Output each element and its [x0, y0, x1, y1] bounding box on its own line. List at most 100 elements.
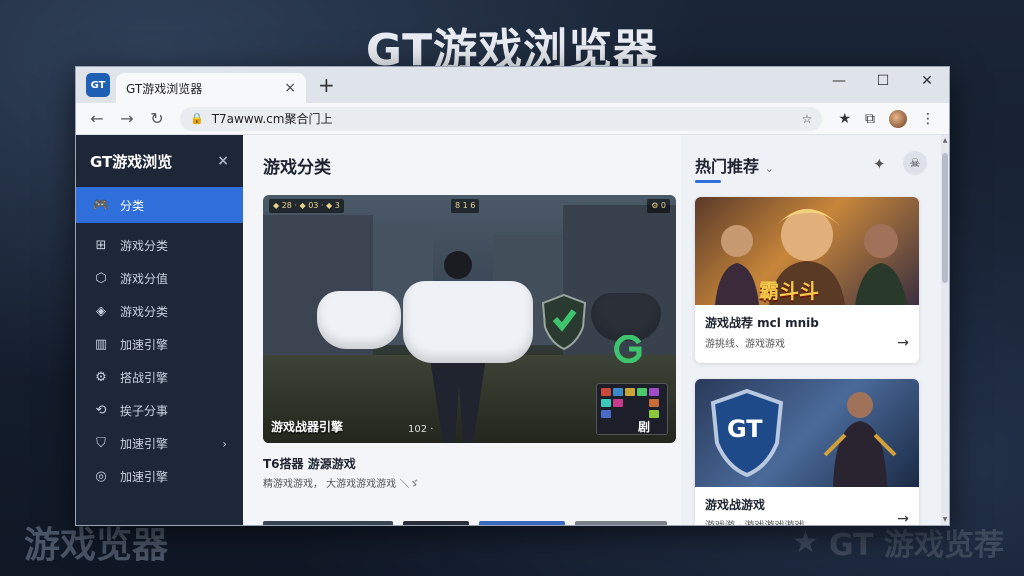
featured-game-banner[interactable]: ◆ 28 · ◆ 03 · ◆ 3 8 1 6 ⚙ 0 游戏战器引擎 102 · — [263, 195, 676, 443]
tab-strip: GT GT游戏浏览器 × + — ☐ ✕ — [76, 67, 949, 103]
controller-white-left — [317, 291, 401, 349]
shield-icon: ⛉ — [96, 436, 106, 451]
card-art-title: GT — [727, 415, 763, 443]
promo-bottom-right-text: ★ GT 游戏览荐 — [792, 524, 1004, 564]
gamepad-icon: 🎮 — [92, 197, 110, 213]
sidebar-item-label: 游戏分类 — [120, 239, 169, 253]
vertical-scrollbar[interactable]: ▲ ▼ — [941, 135, 949, 525]
chevron-right-icon: › — [222, 436, 227, 451]
sidebar-item-label: 分类 — [120, 198, 145, 213]
thumbnail[interactable] — [575, 521, 667, 525]
sidebar-item-label: 加速引擎 — [120, 338, 169, 352]
sidebar-item-accelerator[interactable]: ▥ 加速引擎 — [76, 328, 243, 361]
sidebar-close-icon[interactable]: × — [217, 153, 229, 169]
thumbnail-row — [263, 521, 667, 525]
refresh-icon: ⟲ — [95, 403, 107, 418]
target-icon: ◎ — [95, 469, 107, 484]
recommend-card[interactable]: 霸斗斗 游戏战荐 mcl mnib 游挑线、游戏游戏 → — [695, 197, 919, 363]
skull-icon[interactable]: ☠ — [903, 151, 927, 175]
minimize-button[interactable]: — — [817, 67, 861, 97]
thumbnail[interactable] — [403, 521, 469, 525]
close-window-button[interactable]: ✕ — [905, 67, 949, 97]
tab-close-icon[interactable]: × — [284, 80, 296, 96]
address-bar[interactable]: 🔒 T7awww.cm聚合门上 ☆ — [180, 106, 823, 131]
scroll-down-icon[interactable]: ▼ — [941, 516, 949, 523]
maximize-button[interactable]: ☐ — [861, 67, 905, 97]
forward-button[interactable]: → — [112, 109, 142, 128]
gear-icon: ⚙ — [95, 370, 107, 385]
hud-stats-mid: 8 1 6 — [451, 199, 480, 213]
recommend-heading[interactable]: 热门推荐 ⌄ — [695, 153, 774, 177]
sidebar-item-accelerator-2[interactable]: ◎ 加速引擎 — [76, 460, 243, 493]
sidebar-item-share[interactable]: ⟲ 挨子分事 — [76, 394, 243, 427]
minimap-panel — [596, 383, 668, 435]
sidebar-item-battle-engine[interactable]: ⚙ 搭战引擎 — [76, 361, 243, 394]
arrow-right-icon[interactable]: → — [897, 511, 909, 525]
reload-button[interactable]: ↻ — [142, 109, 172, 128]
hexagon-icon: ⬡ — [95, 271, 107, 286]
sidebar-item-label: 加速引擎 — [120, 470, 169, 484]
tab-title: GT游戏浏览器 — [126, 81, 203, 96]
hud-stats-right: ⚙ 0 — [647, 199, 670, 213]
shield-icon — [541, 293, 587, 351]
new-tab-button[interactable]: + — [318, 73, 335, 97]
collections-icon[interactable]: ⧉ — [865, 111, 875, 127]
gamepad-outline-icon: ⊞ — [95, 238, 107, 253]
address-text[interactable]: T7awww.cm聚合门上 — [212, 110, 333, 127]
controller-white-center — [403, 281, 533, 363]
card-description: 游戏游 · 游戏游戏游戏 — [695, 513, 919, 525]
sidebar-item-game-category-2[interactable]: ◈ 游戏分类 — [76, 295, 243, 328]
chevron-down-icon: ⌄ — [764, 162, 774, 175]
browser-toolbar: ← → ↻ 🔒 T7awww.cm聚合门上 ☆ ★ ⧉ ⋮ — [76, 103, 949, 135]
sidebar-item-label: 游戏分类 — [120, 305, 169, 319]
window-controls: — ☐ ✕ — [817, 67, 949, 97]
recommend-card[interactable]: GT 游戏战游戏 游戏游 · 游戏游戏游戏 → — [695, 379, 919, 525]
bookmark-star-icon[interactable]: ☆ — [802, 112, 813, 126]
thumbnail[interactable] — [263, 521, 393, 525]
menu-icon[interactable]: ⋮ — [921, 111, 935, 127]
minimap-label: 剧 — [637, 420, 650, 434]
back-button[interactable]: ← — [82, 109, 112, 128]
sidebar: GT游戏浏览 × 🎮 分类 ⊞ 游戏分类 ⬡ 游戏分值 ◈ 游戏分类 ▥ 加速引… — [76, 135, 243, 525]
banner-timer: 102 · — [408, 424, 434, 435]
sidebar-item-accelerator-expand[interactable]: ⛉ 加速引擎 › — [76, 427, 243, 460]
g-logo-icon — [614, 335, 642, 363]
pin-icon[interactable]: ✦ — [873, 155, 886, 173]
arrow-right-icon[interactable]: → — [897, 335, 909, 351]
card-art-title: 霸斗斗 — [759, 279, 819, 303]
main-content: 游戏分类 ◆ 28 · ◆ 03 · ◆ 3 8 1 6 ⚙ 0 游戏战器引擎 … — [243, 135, 681, 525]
section-heading: 游戏分类 — [263, 158, 331, 178]
active-tab[interactable]: GT游戏浏览器 × — [116, 73, 306, 103]
scroll-thumb[interactable] — [942, 153, 948, 283]
controller-dark — [591, 293, 661, 341]
lock-icon: 🔒 — [190, 112, 204, 125]
banner-caption: 游戏战器引擎 — [271, 420, 344, 434]
warrior-figure-art — [823, 392, 897, 487]
profile-avatar[interactable] — [889, 109, 907, 128]
featured-description: 精游戏游戏， 大游戏游戏游戏 ＼ゞ — [263, 479, 420, 490]
featured-title[interactable]: T6搭器 游源游戏 — [263, 455, 356, 472]
card-image: 霸斗斗 — [695, 197, 919, 305]
chart-icon: ▥ — [94, 337, 108, 352]
sidebar-item-label: 游戏分值 — [120, 272, 169, 286]
recommend-panel: 热门推荐 ⌄ ✦ ☠ 霸斗斗 游戏战荐 mcl mnib 游挑线、游戏游戏 → … — [681, 135, 943, 525]
sidebar-item-game-category[interactable]: ⊞ 游戏分类 — [76, 229, 243, 262]
card-image: GT — [695, 379, 919, 487]
card-title: 游戏战荐 mcl mnib — [705, 316, 819, 330]
sidebar-item-label: 挨子分事 — [120, 404, 169, 418]
scroll-up-icon[interactable]: ▲ — [941, 137, 949, 144]
sidebar-header: GT游戏浏览 × — [76, 135, 243, 187]
sidebar-item-label: 加速引擎 — [120, 437, 169, 451]
sidebar-item-game-score[interactable]: ⬡ 游戏分值 — [76, 262, 243, 295]
sidebar-item-category[interactable]: 🎮 分类 — [76, 187, 243, 223]
browser-window: GT GT游戏浏览器 × + — ☐ ✕ ← → ↻ 🔒 T7awww.cm聚合… — [75, 66, 950, 526]
hud-stats-left: ◆ 28 · ◆ 03 · ◆ 3 — [269, 199, 344, 213]
card-description: 游挑线、游戏游戏 — [705, 339, 785, 350]
favorites-icon[interactable]: ★ — [838, 111, 851, 127]
card-title: 游戏战游戏 — [705, 498, 766, 512]
thumbnail[interactable] — [479, 521, 565, 525]
diamond-icon: ◈ — [96, 304, 106, 319]
app-logo-icon: GT — [86, 73, 110, 97]
sidebar-item-label: 搭战引擎 — [120, 371, 169, 385]
sidebar-title: GT游戏浏览 — [90, 152, 173, 171]
